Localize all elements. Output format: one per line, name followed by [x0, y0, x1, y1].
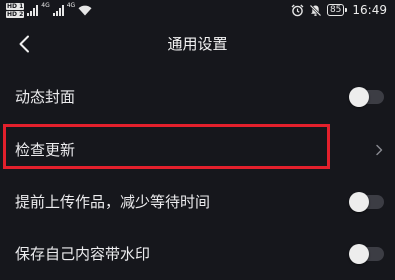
watermark-toggle[interactable] — [349, 244, 384, 264]
setting-label: 动态封面 — [15, 88, 76, 106]
toggle-knob — [349, 87, 369, 107]
network-label-2: 4G — [66, 2, 76, 9]
signal-icon-2 — [52, 4, 64, 16]
nav-bar: 通用设置 — [0, 26, 395, 62]
battery-icon: 85 — [326, 4, 348, 16]
mute-icon — [309, 4, 322, 16]
pre-upload-toggle[interactable] — [349, 192, 384, 212]
chevron-right-icon — [376, 144, 383, 156]
hd2-label: HD 2 — [6, 10, 25, 18]
status-time: 16:49 — [352, 3, 387, 17]
wifi-icon — [78, 5, 92, 15]
hd-icon: HD 1 HD 2 — [6, 2, 25, 18]
page-title: 通用设置 — [167, 35, 228, 53]
setting-row-watermark[interactable]: 保存自己内容带水印 — [0, 228, 395, 280]
status-right-group: 85 16:49 — [291, 0, 387, 20]
hd1-label: HD 1 — [6, 2, 25, 10]
setting-row-dynamic-cover[interactable]: 动态封面 — [0, 71, 395, 123]
setting-label: 提前上传作品，减少等待时间 — [15, 193, 211, 211]
status-left-group: HD 1 HD 2 4G 4G — [6, 0, 92, 20]
setting-row-pre-upload[interactable]: 提前上传作品，减少等待时间 — [0, 176, 395, 228]
toggle-knob — [349, 192, 369, 212]
signal-icon — [27, 4, 39, 16]
highlight-box — [3, 124, 330, 169]
network-label-1: 4G — [41, 2, 50, 9]
setting-label: 保存自己内容带水印 — [15, 245, 151, 263]
alarm-icon — [291, 4, 304, 16]
toggle-knob — [349, 244, 369, 264]
status-bar: HD 1 HD 2 4G 4G 85 16:49 — [0, 0, 395, 20]
dynamic-cover-toggle[interactable] — [349, 87, 384, 107]
